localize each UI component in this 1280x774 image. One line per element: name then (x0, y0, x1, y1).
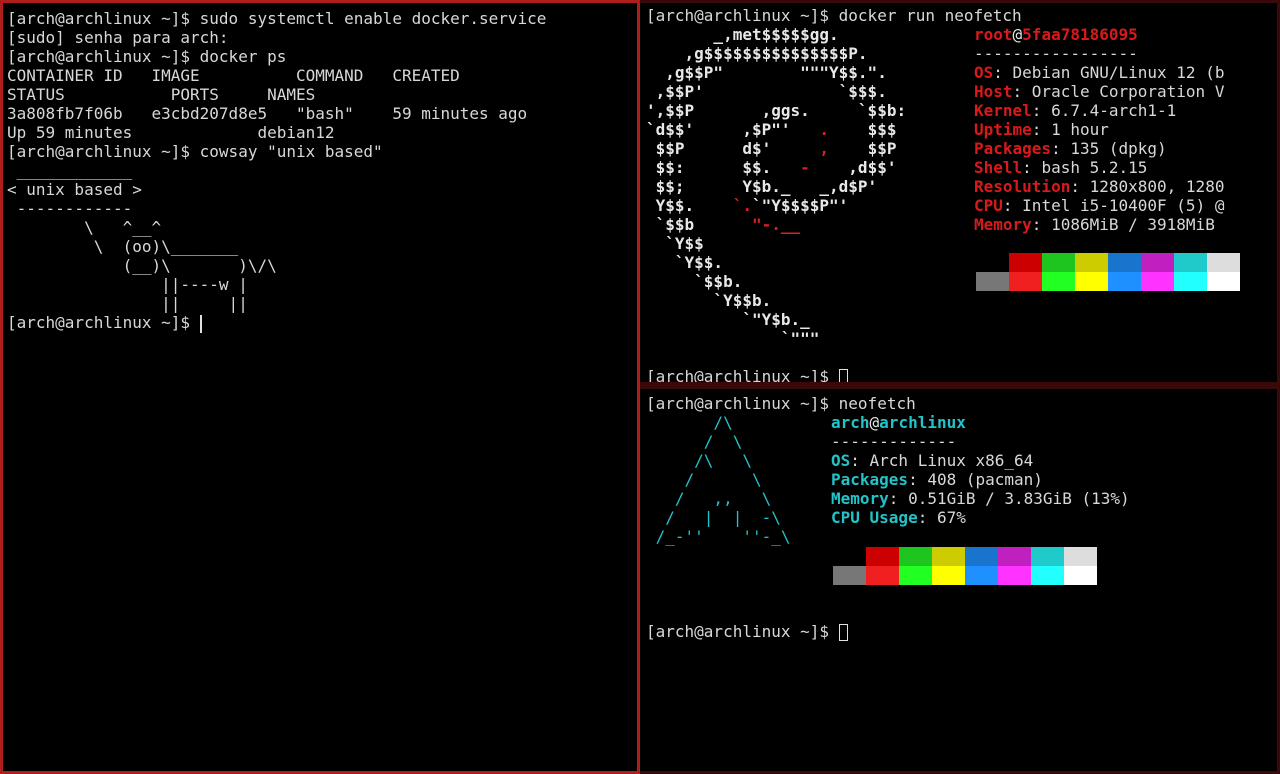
color-swatch (1042, 272, 1075, 291)
text-cursor (838, 369, 848, 382)
color-swatch (866, 566, 899, 585)
color-swatch (833, 547, 866, 566)
color-swatch (932, 566, 965, 585)
info-os: OS: Arch Linux x86_64 (831, 451, 1034, 470)
terminal-bottom-right[interactable]: [arch@archlinux ~]$ neofetch /\ / \ /\ \… (640, 385, 1280, 774)
color-swatch (1009, 272, 1042, 291)
color-swatch (899, 547, 932, 566)
color-swatch (1108, 272, 1141, 291)
color-swatch (998, 566, 1031, 585)
prompt-line[interactable]: [arch@archlinux ~]$ (646, 367, 848, 385)
info-host: Host: Oracle Corporation V (974, 82, 1225, 101)
prompt-line[interactable]: [arch@archlinux ~]$ (646, 622, 848, 641)
color-swatch (1207, 253, 1240, 272)
separator: ------------- (831, 432, 957, 451)
color-swatch (899, 566, 932, 585)
color-swatch (1031, 547, 1064, 566)
color-swatch (1009, 253, 1042, 272)
terminal-line: Up 59 minutes debian12 (7, 123, 335, 142)
text-cursor (199, 314, 202, 333)
terminal-line: [arch@archlinux ~]$ sudo systemctl enabl… (7, 9, 547, 28)
user-host: root@5faa78186095 (974, 25, 1138, 44)
color-swatch (932, 547, 965, 566)
command-line: [arch@archlinux ~]$ docker run neofetch (646, 6, 1022, 25)
info-cpu: CPU: Intel i5-10400F (5) @ (974, 196, 1225, 215)
prompt: [arch@archlinux ~]$ (646, 622, 839, 641)
info-memory: Memory: 0.51GiB / 3.83GiB (13%) (831, 489, 1130, 508)
color-swatch (1064, 547, 1097, 566)
color-swatch (1141, 272, 1174, 291)
color-swatch (998, 547, 1031, 566)
info-packages: Packages: 135 (dpkg) (974, 139, 1167, 158)
color-swatch (1207, 272, 1240, 291)
color-swatch (965, 566, 998, 585)
color-swatch (1075, 272, 1108, 291)
cowsay-art: ____________ < unix based > ------------… (7, 161, 277, 313)
terminal-line: STATUS PORTS NAMES (7, 85, 316, 104)
info-uptime: Uptime: 1 hour (974, 120, 1109, 139)
color-swatch (866, 547, 899, 566)
color-swatch (976, 253, 1009, 272)
prompt: [arch@archlinux ~]$ (646, 367, 839, 385)
info-kernel: Kernel: 6.7.4-arch1-1 (974, 101, 1177, 120)
terminal-line: [arch@archlinux ~]$ cowsay "unix based" (7, 142, 383, 161)
color-swatch (1108, 253, 1141, 272)
text-cursor (838, 624, 848, 641)
user-host: arch@archlinux (831, 413, 966, 432)
color-swatch (1174, 272, 1207, 291)
info-os: OS: Debian GNU/Linux 12 (b (974, 63, 1225, 82)
color-swatch (1064, 566, 1097, 585)
color-swatch (1141, 253, 1174, 272)
debian-logo: _,met$$$$$gg. ,g$$$$$$$$$$$$$$$P. ,g$$P"… (646, 25, 907, 348)
color-swatch (1042, 253, 1075, 272)
prompt: [arch@archlinux ~]$ (7, 313, 200, 332)
command-line: [arch@archlinux ~]$ neofetch (646, 394, 916, 413)
color-palette (976, 253, 1240, 291)
terminal-top-right[interactable]: [arch@archlinux ~]$ docker run neofetch … (640, 0, 1280, 385)
info-shell: Shell: bash 5.2.15 (974, 158, 1148, 177)
color-swatch (1174, 253, 1207, 272)
color-swatch (833, 566, 866, 585)
terminal-left[interactable]: [arch@archlinux ~]$ sudo systemctl enabl… (0, 0, 640, 774)
terminal-line: 3a808fb7f06b e3cbd207d8e5 "bash" 59 minu… (7, 104, 528, 123)
prompt-line[interactable]: [arch@archlinux ~]$ (7, 313, 202, 333)
separator: ----------------- (974, 44, 1138, 63)
info-cpu-usage: CPU Usage: 67% (831, 508, 966, 527)
color-swatch (1031, 566, 1064, 585)
info-resolution: Resolution: 1280x800, 1280 (974, 177, 1225, 196)
arch-logo: /\ / \ /\ \ / \ / ,, \ / | | -\ /_-'' ''… (655, 413, 791, 546)
color-swatch (965, 547, 998, 566)
info-packages: Packages: 408 (pacman) (831, 470, 1043, 489)
color-palette (833, 547, 1097, 585)
terminal-line: [sudo] senha para arch: (7, 28, 229, 47)
info-memory: Memory: 1086MiB / 3918MiB (974, 215, 1215, 234)
color-swatch (976, 272, 1009, 291)
terminal-line: CONTAINER ID IMAGE COMMAND CREATED (7, 66, 460, 85)
terminal-line: [arch@archlinux ~]$ docker ps (7, 47, 287, 66)
color-swatch (1075, 253, 1108, 272)
